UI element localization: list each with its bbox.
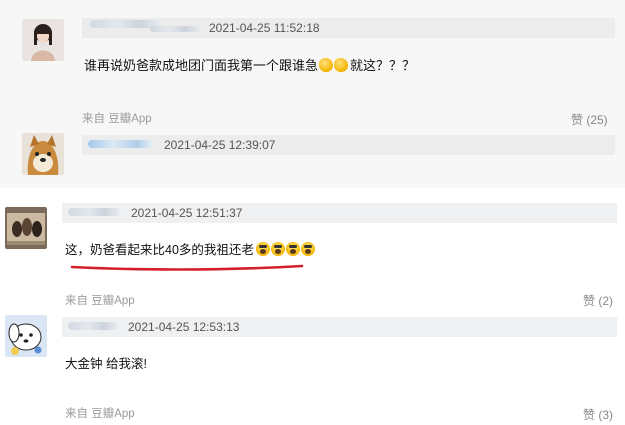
comment-source: 来自 豆瓣App	[65, 295, 135, 307]
scream-emoji	[270, 241, 285, 256]
comment-text-tail: 就这？？？	[350, 58, 416, 73]
user-avatar-girl[interactable]	[22, 19, 64, 61]
username-blurred[interactable]	[88, 140, 153, 148]
user-avatar-photo[interactable]	[5, 207, 47, 249]
fist-emoji	[334, 57, 349, 72]
username-blurred[interactable]	[68, 208, 120, 216]
like-button[interactable]: 赞 (3)	[583, 406, 613, 423]
comment-text: 这，奶爸看起来比40多的我祖还老	[65, 239, 315, 258]
comment-text-main: 大金钟 给我滚!	[65, 357, 147, 371]
comment-text-main: 谁再说奶爸款成地团门面我第一个跟谁急	[84, 58, 319, 73]
scream-emoji	[300, 241, 315, 256]
scream-emoji	[255, 241, 270, 256]
like-button[interactable]: 赞 (2)	[583, 292, 613, 309]
comment-timestamp: 2021-04-25 12:51:37	[131, 206, 243, 220]
comment-header-bar	[82, 135, 615, 155]
username-blurred[interactable]	[68, 322, 118, 330]
comment-timestamp: 2021-04-25 12:39:07	[164, 138, 276, 152]
comment-text: 谁再说奶爸款成地团门面我第一个跟谁急 就这？？？	[84, 55, 415, 74]
scream-emoji	[285, 241, 300, 256]
fist-emoji	[319, 57, 334, 72]
comment-text-main: 这，奶爸看起来比40多的我祖还老	[65, 243, 254, 257]
comment-text: 大金钟 给我滚!	[65, 353, 147, 372]
comment-source: 来自 豆瓣App	[82, 113, 152, 125]
red-underline-annotation	[70, 264, 304, 271]
comment-timestamp: 2021-04-25 12:53:13	[128, 320, 240, 334]
comment-timestamp: 2021-04-25 11:52:18	[209, 21, 320, 35]
like-button[interactable]: 赞 (25)	[571, 111, 608, 128]
user-avatar-pochacco[interactable]	[5, 315, 47, 357]
user-avatar-dog[interactable]	[22, 133, 64, 175]
username-blurred-2	[150, 26, 200, 32]
comment-source: 来自 豆瓣App	[65, 408, 135, 420]
